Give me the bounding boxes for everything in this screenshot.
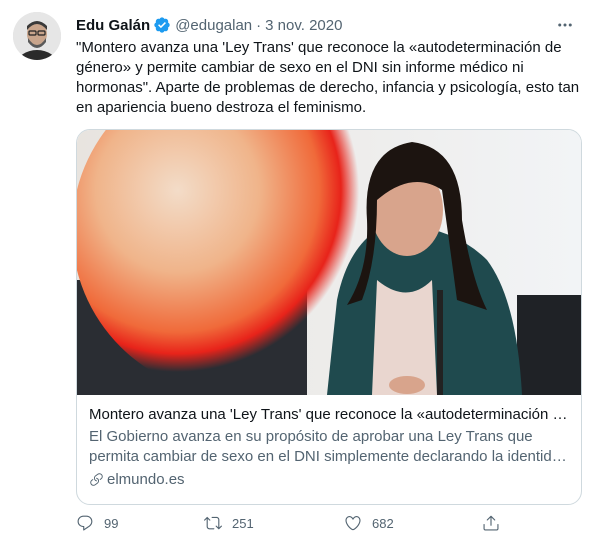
share-icon — [483, 515, 499, 531]
more-options-icon — [558, 23, 572, 27]
link-preview-card[interactable]: Montero avanza una 'Ley Trans' que recon… — [76, 129, 582, 505]
card-body: Montero avanza una 'Ley Trans' que recon… — [89, 405, 569, 488]
card-image — [77, 130, 581, 395]
card-description-line-1: El Gobierno avanza en su propósito de ap… — [89, 428, 533, 445]
retweet-count: 251 — [232, 515, 254, 531]
separator-dot: · — [256, 16, 262, 34]
reply-count: 99 — [104, 515, 119, 531]
reply-button[interactable]: 99 — [76, 514, 118, 532]
card-description-line-2: permita cambiar de sexo en el DNI simple… — [89, 448, 567, 465]
more-options-button[interactable] — [554, 14, 576, 36]
verified-badge-icon — [154, 17, 170, 33]
retweet-button[interactable]: 251 — [204, 514, 254, 532]
card-title: Montero avanza una 'Ley Trans' que recon… — [89, 406, 569, 423]
author-handle[interactable]: @edugalan — [175, 17, 252, 34]
like-button[interactable]: 682 — [344, 514, 394, 532]
card-domain: elmundo.es — [89, 471, 569, 488]
tweet-header: Edu Galán @edugalan · 3 nov. 2020 — [76, 14, 576, 36]
share-button[interactable] — [482, 514, 510, 532]
card-description: El Gobierno avanza en su propósito de ap… — [89, 427, 569, 467]
card-domain-text: elmundo.es — [107, 471, 185, 488]
like-count: 682 — [372, 515, 394, 531]
tweet-text: "Montero avanza una 'Ley Trans' que reco… — [76, 39, 580, 116]
author-name[interactable]: Edu Galán — [76, 17, 150, 34]
reply-icon — [77, 515, 93, 531]
avatar-photo — [13, 12, 61, 60]
tweet-date[interactable]: 3 nov. 2020 — [265, 17, 342, 34]
heart-icon — [345, 516, 361, 531]
avatar[interactable] — [13, 12, 61, 60]
link-icon — [90, 473, 103, 486]
retweet-icon — [204, 516, 222, 530]
tweet-actions: 99 251 682 — [76, 514, 580, 536]
